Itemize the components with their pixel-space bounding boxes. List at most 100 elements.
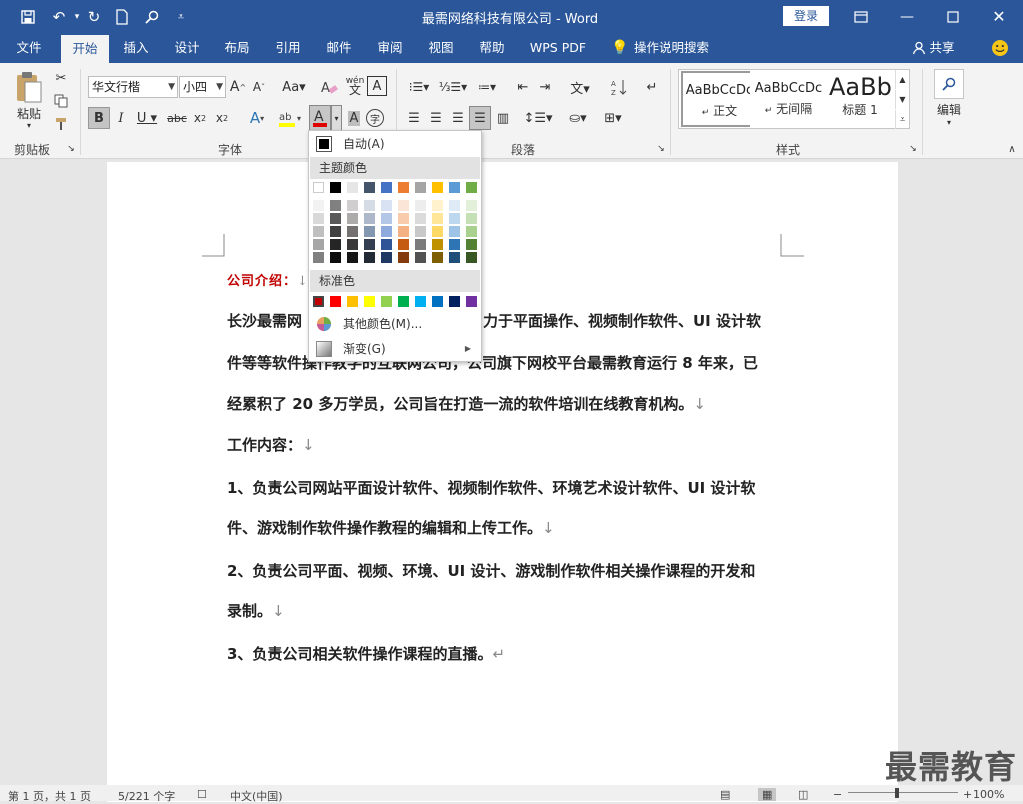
theme-shade-swatch[interactable] [364, 239, 375, 250]
theme-shade-swatch[interactable] [432, 213, 443, 224]
tab-wps-pdf[interactable]: WPS PDF [522, 33, 594, 63]
theme-shade-swatch[interactable] [330, 213, 341, 224]
search-icon[interactable] [141, 6, 163, 28]
minimize-icon[interactable]: — [884, 0, 930, 33]
zoom-in-icon[interactable]: + [963, 788, 972, 801]
theme-color-swatch[interactable] [347, 182, 358, 193]
italic-icon[interactable]: I [111, 107, 131, 129]
borders-icon[interactable]: ⊞▾ [598, 107, 628, 129]
editing-dropdown-icon[interactable]: ▾ [943, 117, 955, 127]
theme-shade-swatch[interactable] [432, 252, 443, 263]
standard-color-swatch[interactable] [381, 296, 392, 307]
share-button[interactable]: 共享 [928, 33, 956, 63]
language-indicator[interactable]: 中文(中国) [230, 788, 283, 804]
print-layout-icon[interactable]: ▦ [758, 788, 777, 801]
styles-scroll-down-icon[interactable]: ▼ [895, 90, 909, 109]
tab-view[interactable]: 视图 [418, 33, 464, 63]
paragraph-launcher-icon[interactable]: ↘ [655, 143, 667, 155]
theme-shade-swatch[interactable] [466, 239, 477, 250]
font-size-combo[interactable]: 小四 ▼ [179, 76, 226, 98]
show-marks-icon[interactable]: ↵ [642, 76, 662, 98]
highlight-color-icon[interactable]: ab ▾ [276, 107, 306, 129]
tab-insert[interactable]: 插入 [113, 33, 159, 63]
standard-color-swatch[interactable] [398, 296, 409, 307]
copy-icon[interactable] [52, 92, 70, 110]
paste-button[interactable]: 粘贴 [10, 105, 48, 121]
standard-color-swatch[interactable] [364, 296, 375, 307]
distributed-icon[interactable]: ▥ [493, 107, 513, 129]
theme-color-swatch[interactable] [466, 182, 477, 193]
tab-mailings[interactable]: 邮件 [316, 33, 362, 63]
standard-color-swatch[interactable] [432, 296, 443, 307]
bullets-icon[interactable]: ⁝☰▾ [404, 76, 434, 98]
tab-layout[interactable]: 布局 [214, 33, 260, 63]
tab-review[interactable]: 审阅 [367, 33, 413, 63]
theme-color-swatch[interactable] [449, 182, 460, 193]
align-right-icon[interactable]: ☰ [448, 107, 468, 129]
theme-shade-swatch[interactable] [432, 239, 443, 250]
standard-color-swatch[interactable] [449, 296, 460, 307]
theme-shade-swatch[interactable] [330, 239, 341, 250]
theme-shade-swatch[interactable] [330, 226, 341, 237]
customize-toolbar-icon[interactable]: ⩡ [170, 6, 192, 28]
tell-me-search[interactable]: 操作说明搜索 [634, 33, 718, 63]
automatic-color-item[interactable]: 自动(A) [310, 132, 480, 156]
format-painter-icon[interactable] [52, 115, 70, 133]
standard-color-swatch[interactable] [415, 296, 426, 307]
font-color-icon[interactable]: A [309, 105, 331, 131]
page-count[interactable]: 第 1 页，共 1 页 [8, 788, 91, 804]
strikethrough-icon[interactable]: abc [166, 107, 188, 129]
theme-shade-swatch[interactable] [466, 213, 477, 224]
theme-shade-swatch[interactable] [364, 226, 375, 237]
theme-shade-swatch[interactable] [398, 200, 409, 211]
proofing-icon[interactable]: ☐ [197, 788, 207, 801]
theme-shade-swatch[interactable] [466, 252, 477, 263]
tab-file[interactable]: 文件 [5, 33, 53, 63]
theme-color-swatch[interactable] [381, 182, 392, 193]
tab-references[interactable]: 引用 [265, 33, 311, 63]
enclose-characters-icon[interactable]: 字 [366, 109, 384, 127]
text-effects-icon[interactable]: A ▾ [243, 107, 271, 129]
character-shading-icon[interactable]: A [345, 107, 363, 129]
theme-color-swatch[interactable] [364, 182, 375, 193]
theme-shade-swatch[interactable] [381, 213, 392, 224]
standard-color-swatch[interactable] [330, 296, 341, 307]
standard-color-swatch[interactable] [313, 296, 324, 307]
theme-shade-swatch[interactable] [398, 252, 409, 263]
theme-shade-swatch[interactable] [415, 213, 426, 224]
character-border-icon[interactable]: A [367, 76, 387, 96]
theme-shade-swatch[interactable] [466, 226, 477, 237]
theme-shade-swatch[interactable] [381, 239, 392, 250]
theme-shade-swatch[interactable] [381, 200, 392, 211]
collapse-ribbon-icon[interactable]: ∧ [1006, 143, 1018, 155]
clear-formatting-icon[interactable]: A [318, 76, 340, 98]
font-color-dropdown-icon[interactable]: ▾ [331, 105, 342, 131]
theme-shade-swatch[interactable] [313, 226, 324, 237]
theme-shade-swatch[interactable] [347, 213, 358, 224]
word-count[interactable]: 5/221 个字 [118, 788, 175, 804]
login-button[interactable]: 登录 [783, 6, 829, 26]
theme-shade-swatch[interactable] [313, 200, 324, 211]
more-colors-item[interactable]: 其他颜色(M)... [310, 312, 480, 336]
theme-shade-swatch[interactable] [347, 200, 358, 211]
theme-shade-swatch[interactable] [347, 226, 358, 237]
change-case-icon[interactable]: Aa▾ [279, 76, 309, 98]
theme-shade-swatch[interactable] [347, 252, 358, 263]
standard-color-swatch[interactable] [466, 296, 477, 307]
theme-shade-swatch[interactable] [330, 252, 341, 263]
theme-shade-swatch[interactable] [432, 226, 443, 237]
maximize-icon[interactable] [930, 0, 976, 33]
theme-shade-swatch[interactable] [364, 200, 375, 211]
styles-scroll-up-icon[interactable]: ▲ [895, 70, 909, 89]
styles-more-icon[interactable]: ⩡ [895, 110, 909, 129]
grow-font-icon[interactable]: A ^ [229, 76, 247, 98]
redo-icon[interactable]: ↻ [83, 6, 105, 28]
theme-shade-swatch[interactable] [449, 252, 460, 263]
align-center-icon[interactable]: ☰ [426, 107, 446, 129]
theme-shade-swatch[interactable] [381, 226, 392, 237]
font-size-dropdown-icon[interactable]: ▼ [216, 77, 223, 97]
multilevel-list-icon[interactable]: ≔▾ [472, 76, 502, 98]
theme-shade-swatch[interactable] [449, 200, 460, 211]
theme-shade-swatch[interactable] [415, 226, 426, 237]
zoom-slider-thumb[interactable] [895, 788, 899, 798]
